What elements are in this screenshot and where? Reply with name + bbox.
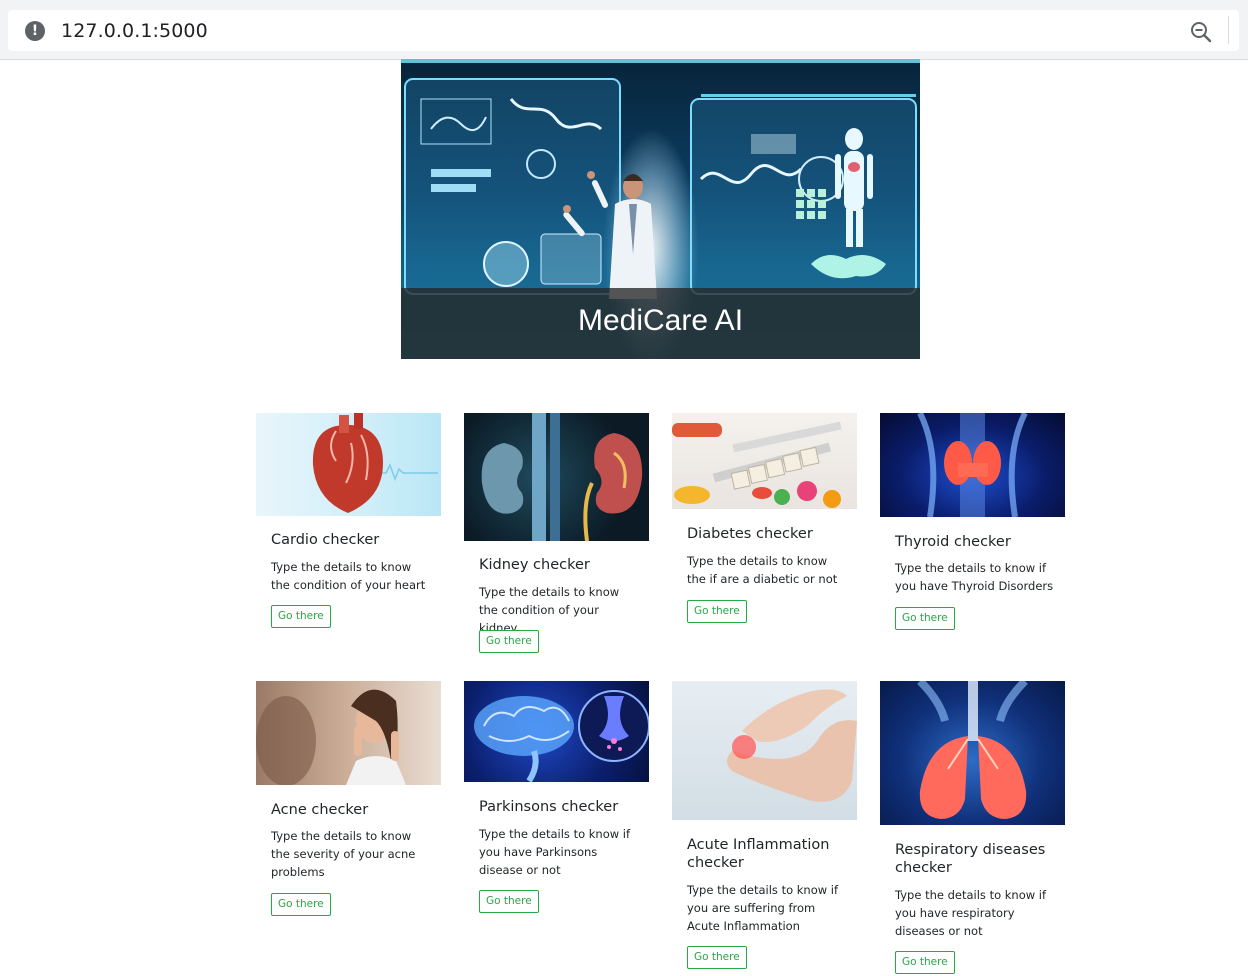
card-text: Type the details to know the if are a di… [687,554,838,586]
card-text: Type the details to know if you have res… [895,888,1047,938]
go-there-button[interactable]: Go there [479,890,539,913]
site-info-icon[interactable]: ! [25,21,45,41]
acne-image [256,681,441,785]
go-there-button[interactable]: Go there [271,605,331,628]
card-title: Thyroid checker [895,534,1011,550]
foot-image [672,681,857,820]
card-text: Type the details to know the severity of… [271,829,416,879]
foot-icon [727,689,857,802]
kidney-image [464,413,649,541]
kidney-icon [481,413,643,541]
card-title: Acne checker [271,802,369,818]
acne-icon [256,689,406,785]
brain-image [464,681,649,782]
card-kidney: Kidney checker Type the details to know … [464,413,649,658]
go-there-button[interactable]: Go there [271,893,331,916]
browser-toolbar: ! 127.0.0.1:5000 [0,0,1248,60]
go-there-button[interactable]: Go there [479,630,539,653]
card-cardio: Cardio checker Type the details to know … [256,413,441,633]
zoom-icon[interactable] [1190,21,1212,43]
card-title: Parkinsons checker [479,799,619,815]
diabetes-image [672,413,857,509]
diabetes-icon [672,421,842,508]
go-there-button[interactable]: Go there [895,951,955,974]
brain-icon [474,690,649,782]
card-title: Diabetes checker [687,526,813,542]
card-parkinsons: Parkinsons checker Type the details to k… [464,681,649,916]
card-acne: Acne checker Type the details to know th… [256,681,441,921]
lungs-image [880,681,1065,825]
address-url[interactable]: 127.0.0.1:5000 [61,20,208,42]
lungs-icon [917,681,1028,819]
card-title: Cardio checker [271,532,380,548]
heart-image [256,413,441,516]
card-text: Type the details to know if you are suff… [687,883,839,933]
card-text: Type the details to know if you have Par… [479,827,631,877]
card-thyroid: Thyroid checker Type the details to know… [880,413,1065,635]
go-there-button[interactable]: Go there [687,946,747,969]
heart-icon [312,413,438,513]
card-acute-inflammation: Acute Inflammation checker Type the deta… [672,681,857,973]
go-there-button[interactable]: Go there [895,607,955,630]
card-title: Acute Inflammation checker [687,837,830,871]
card-title: Kidney checker [479,557,590,573]
hero-title: MediCare AI [401,288,920,359]
address-bar[interactable]: ! 127.0.0.1:5000 [8,10,1239,51]
hero-banner: MediCare AI [401,59,920,359]
card-diabetes: Diabetes checker Type the details to kno… [672,413,857,628]
card-text: Type the details to know the condition o… [479,585,620,635]
thyroid-icon [917,413,1028,517]
thyroid-image [880,413,1065,517]
card-text: Type the details to know if you have Thy… [895,561,1054,593]
card-title: Respiratory diseases checker [895,842,1046,876]
card-respiratory: Respiratory diseases checker Type the de… [880,681,1065,975]
toolbar-divider [1228,16,1229,44]
go-there-button[interactable]: Go there [687,600,747,623]
card-text: Type the details to know the condition o… [271,560,426,592]
